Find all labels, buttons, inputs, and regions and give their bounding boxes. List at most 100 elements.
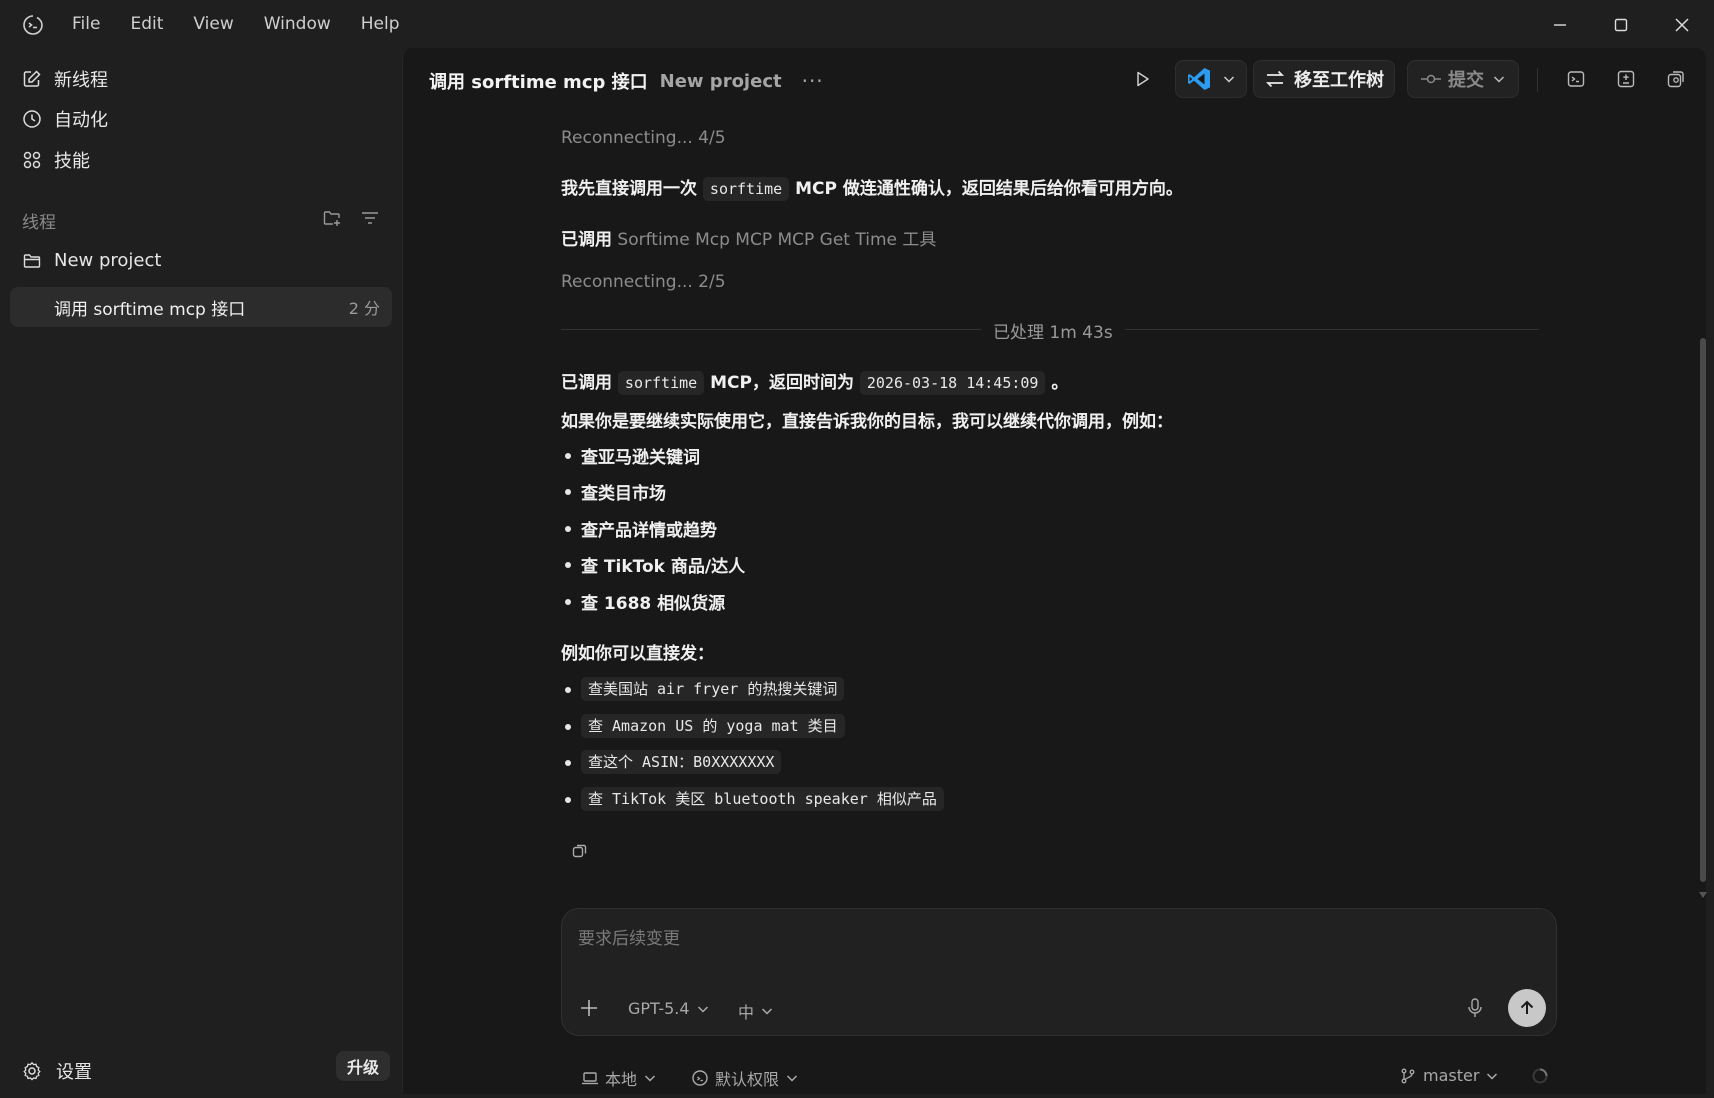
- threads-section-label: 线程: [22, 213, 56, 233]
- bullet-dot: [565, 599, 571, 605]
- sidebar-automation-label: 自动化: [54, 110, 108, 131]
- processed-time-label[interactable]: 已处理 1m 43s: [981, 318, 1125, 343]
- model-selector[interactable]: GPT-5.4: [628, 999, 710, 1018]
- minimize-button[interactable]: [1545, 10, 1575, 40]
- sidebar-automation[interactable]: 自动化: [22, 105, 108, 133]
- bullet-dot: [565, 760, 571, 766]
- open-in-vscode-button[interactable]: [1175, 60, 1247, 98]
- effort-selector[interactable]: 中: [738, 999, 774, 1023]
- bullet-dot: [565, 687, 571, 693]
- maximize-button[interactable]: [1606, 10, 1636, 40]
- scroll-down-arrow-icon[interactable]: [1698, 890, 1708, 900]
- chevron-down-icon: [786, 1075, 798, 1082]
- result-text-c: 。: [1051, 373, 1069, 393]
- sidebar-project-new-project[interactable]: New project: [22, 250, 161, 271]
- chevron-down-icon: [1487, 1072, 1498, 1080]
- thread-time: 2 分: [348, 299, 380, 318]
- permission-selector[interactable]: 默认权限: [691, 1066, 805, 1090]
- upgrade-button[interactable]: 升级: [336, 1051, 390, 1081]
- environment-selector[interactable]: 本地: [581, 1066, 663, 1090]
- project-label: New project: [54, 250, 162, 271]
- thread-header: 调用 sorftime mcp 接口 New project ···: [429, 68, 824, 94]
- prompt-input[interactable]: [578, 925, 1478, 953]
- laptop-icon: [582, 1072, 598, 1085]
- example-item: 查美国站 air fryer 的热搜关键词: [581, 677, 845, 701]
- sidebar-new-thread[interactable]: 新线程: [22, 65, 108, 93]
- menu-window[interactable]: Window: [264, 12, 331, 36]
- edit-icon: [23, 70, 41, 87]
- permission-label: 默认权限: [715, 1070, 780, 1089]
- result-message: 已调用 sorftime MCP，返回时间为 2026-03-18 14:45:…: [561, 368, 1069, 395]
- intro-text-a: 我先直接调用一次: [561, 179, 697, 199]
- popout-button[interactable]: [1657, 60, 1695, 98]
- terminal-icon: [1567, 71, 1585, 87]
- inline-code-timestamp: 2026-03-18 14:45:09: [859, 371, 1046, 395]
- tool-call-line[interactable]: 已调用 Sorftime Mcp MCP MCP Get Time 工具: [561, 225, 936, 250]
- bullet-dot: [565, 526, 571, 532]
- example-code: 查这个 ASIN：B0XXXXXXX: [581, 750, 782, 774]
- menu-edit[interactable]: Edit: [130, 12, 163, 36]
- commit-icon: [1421, 74, 1441, 84]
- popout-icon: [1667, 71, 1684, 88]
- play-icon: [1137, 71, 1149, 87]
- inline-code: sorftime: [617, 371, 705, 395]
- move-to-worktree-button[interactable]: 移至工作树: [1253, 60, 1395, 98]
- result-text-b: MCP，返回时间为: [710, 373, 854, 393]
- commit-button[interactable]: 提交: [1407, 60, 1519, 98]
- app-logo-icon: [23, 15, 43, 35]
- run-button[interactable]: [1123, 60, 1161, 98]
- sidebar: 新线程 自动化 技能 线程 New project 调用 sorftime mc…: [0, 48, 402, 1098]
- page-title: 调用 sorftime mcp 接口: [429, 72, 648, 93]
- sidebar-new-thread-label: 新线程: [54, 70, 108, 91]
- microphone-icon[interactable]: [1465, 997, 1485, 1019]
- arrow-up-icon: [1520, 1000, 1534, 1014]
- list-item: 查 1688 相似货源: [581, 594, 726, 614]
- close-icon: [1675, 18, 1689, 32]
- tool-call-name: Sorftime Mcp MCP MCP Get Time 工具: [617, 230, 937, 250]
- shield-icon: [692, 1070, 708, 1086]
- terminal-button[interactable]: [1557, 60, 1595, 98]
- sidebar-thread-item[interactable]: 调用 sorftime mcp 接口 2 分: [10, 287, 392, 327]
- filter-icon[interactable]: [360, 208, 380, 228]
- maximize-icon: [1614, 18, 1628, 32]
- branch-selector[interactable]: master: [1399, 1066, 1505, 1085]
- example-item: 查 TikTok 美区 bluetooth speaker 相似产品: [581, 787, 944, 811]
- list-item: 查 TikTok 商品/达人: [581, 557, 746, 577]
- close-window-button[interactable]: [1667, 10, 1697, 40]
- plus-icon[interactable]: [578, 997, 600, 1019]
- scrollbar-thumb[interactable]: [1700, 338, 1706, 882]
- menu-view[interactable]: View: [193, 12, 233, 36]
- header-project[interactable]: New project: [660, 71, 782, 92]
- thread-title: 调用 sorftime mcp 接口: [54, 299, 246, 320]
- example-code: 查 TikTok 美区 bluetooth speaker 相似产品: [581, 787, 944, 811]
- copy-icon[interactable]: [571, 842, 589, 860]
- bullet-dot: [565, 724, 571, 730]
- example-code: 查 Amazon US 的 yoga mat 类目: [581, 714, 845, 738]
- new-folder-icon[interactable]: [322, 208, 342, 228]
- chevron-down-icon: [697, 1005, 708, 1013]
- send-button[interactable]: [1508, 989, 1546, 1027]
- list-item: 查亚马逊关键词: [581, 448, 700, 468]
- menu-help[interactable]: Help: [361, 12, 400, 36]
- header-divider: [1537, 68, 1538, 92]
- bullet-dot: [565, 489, 571, 495]
- effort-label: 中: [738, 1003, 755, 1022]
- sidebar-skills[interactable]: 技能: [22, 146, 90, 174]
- title-bar: File Edit View Window Help: [0, 0, 1714, 48]
- reconnecting-status-1: Reconnecting... 4/5: [561, 128, 726, 148]
- menu-bar: File Edit View Window Help: [72, 12, 430, 36]
- main-panel: 调用 sorftime mcp 接口 New project ··· 移至工作树…: [402, 48, 1708, 1094]
- diff-button[interactable]: [1607, 60, 1645, 98]
- result-text-a: 已调用: [561, 373, 612, 393]
- git-branch-icon: [1401, 1068, 1415, 1083]
- sidebar-settings[interactable]: 设置: [22, 1058, 92, 1084]
- bullet-dot: [565, 453, 571, 459]
- swap-icon: [1265, 70, 1285, 88]
- reconnecting-status-2: Reconnecting... 2/5: [561, 272, 726, 292]
- menu-file[interactable]: File: [72, 12, 100, 36]
- more-options-button[interactable]: ···: [802, 69, 824, 93]
- chevron-down-icon: [1223, 76, 1235, 83]
- list-item: 查产品详情或趋势: [581, 521, 717, 541]
- inline-code: sorftime: [702, 177, 790, 201]
- bullet-dot: [565, 797, 571, 803]
